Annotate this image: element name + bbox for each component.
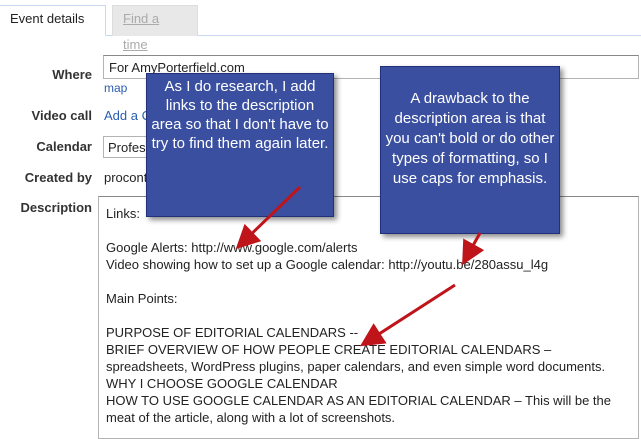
research-callout: As I do research, I add links to the des… bbox=[146, 73, 334, 217]
tab-event-details[interactable]: Event details bbox=[0, 5, 106, 36]
calendar-label: Calendar bbox=[36, 139, 92, 154]
tab-bar: Event details Find a time bbox=[0, 0, 641, 52]
where-label: Where bbox=[52, 67, 92, 82]
description-label: Description bbox=[20, 200, 92, 215]
add-video-call-link[interactable]: Add a C bbox=[104, 108, 151, 123]
created-by-label: Created by bbox=[24, 170, 92, 185]
drawback-callout: A drawback to the description area is th… bbox=[380, 66, 560, 234]
map-link[interactable]: map bbox=[104, 81, 127, 95]
video-call-label: Video call bbox=[31, 108, 92, 123]
tab-find-a-time[interactable]: Find a time bbox=[112, 5, 198, 52]
